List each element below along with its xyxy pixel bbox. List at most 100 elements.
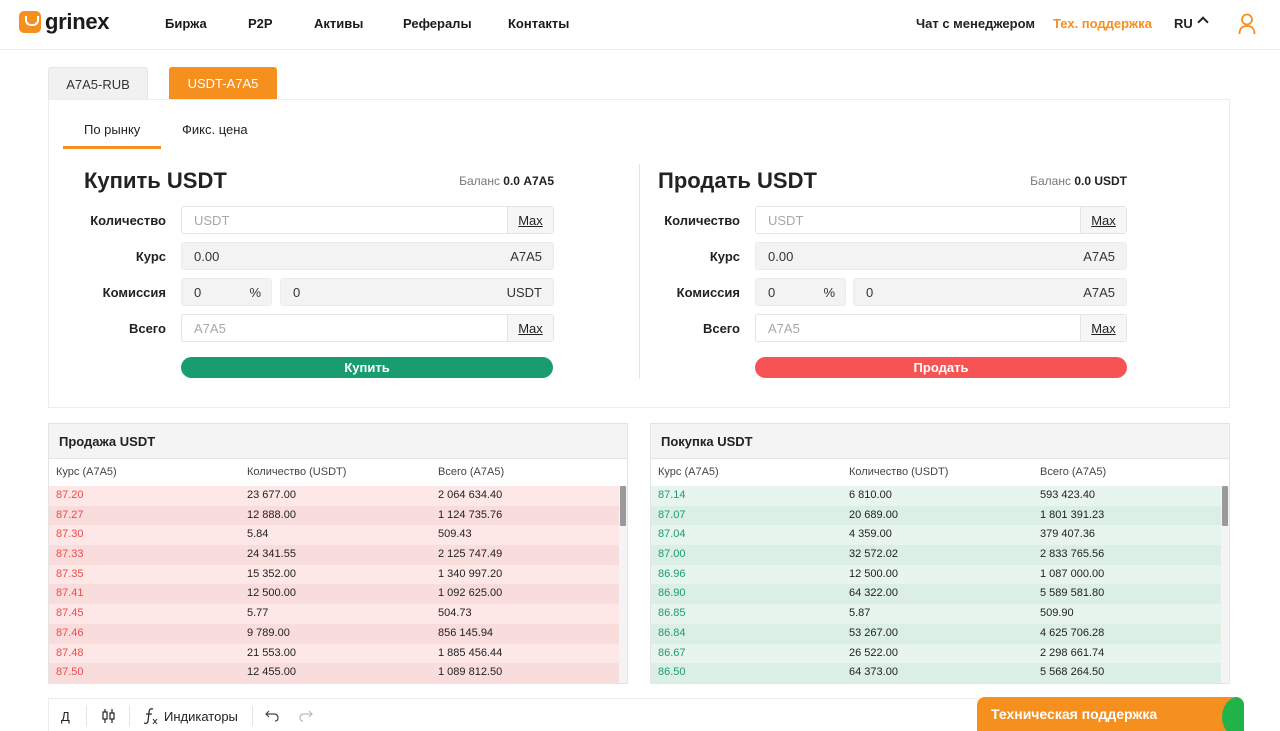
scrollbar-thumb[interactable]: [620, 486, 626, 526]
toolbar-divider: [129, 706, 130, 726]
sell-quantity-input[interactable]: USDT Max: [755, 206, 1127, 234]
pair-tab-a7a5-rub[interactable]: A7A5-RUB: [48, 67, 148, 100]
fee-amount: 0: [866, 284, 874, 300]
order-total: 1 092 625.00: [438, 587, 503, 600]
order-row[interactable]: 87.33 24 341.55 2 125 747.49: [49, 545, 627, 565]
undo-icon[interactable]: [265, 710, 279, 722]
order-total: 1 340 997.20: [438, 567, 503, 580]
order-row[interactable]: 87.27 12 888.00 1 124 735.76: [49, 505, 627, 526]
language-selector[interactable]: RU: [1174, 16, 1193, 31]
order-rate: 87.45: [56, 607, 84, 620]
order-quantity: 15 352.00: [247, 567, 296, 580]
order-total: 2 298 661.74: [1040, 646, 1105, 659]
buy-rate-label: Курс: [135, 249, 166, 264]
chevron-up-icon[interactable]: [1197, 16, 1209, 28]
nav-exchange[interactable]: Биржа: [165, 16, 207, 31]
order-row[interactable]: 86.90 64 322.00 5 589 581.80: [651, 584, 1229, 605]
tech-support-link[interactable]: Тех. поддержка: [1053, 16, 1152, 31]
redo-icon[interactable]: [299, 710, 313, 722]
order-row[interactable]: 87.46 9 789.00 856 145.94: [49, 623, 627, 644]
sell-button[interactable]: Продать: [755, 357, 1127, 378]
order-total: 2 833 765.56: [1040, 548, 1105, 561]
buy-quantity-max-button[interactable]: Max: [507, 207, 553, 233]
order-rate: 87.20: [56, 489, 84, 501]
order-row[interactable]: 86.67 26 522.00 2 298 661.74: [651, 643, 1229, 664]
chat-manager-link[interactable]: Чат с менеджером: [916, 16, 1035, 31]
buy-quantity-input[interactable]: USDT Max: [181, 206, 554, 234]
order-row[interactable]: 87.04 4 359.00 379 407.36: [651, 525, 1229, 546]
buy-book-title: Покупка USDT: [651, 424, 1229, 459]
sell-quantity-max-button[interactable]: Max: [1080, 207, 1126, 233]
sell-book-scrollbar[interactable]: [619, 486, 627, 683]
sell-total-input[interactable]: A7A5 Max: [755, 314, 1127, 342]
order-row[interactable]: 86.84 53 267.00 4 625 706.28: [651, 623, 1229, 644]
order-rate: 87.33: [56, 548, 84, 561]
order-row[interactable]: 87.07 20 689.00 1 801 391.23: [651, 505, 1229, 526]
order-row[interactable]: 87.35 15 352.00 1 340 997.20: [49, 564, 627, 585]
order-row[interactable]: 87.20 23 677.00 2 064 634.40: [49, 486, 627, 506]
column-total: Всего (A7A5): [438, 466, 505, 478]
order-total: 1 801 391.23: [1040, 508, 1105, 521]
order-row[interactable]: 86.96 12 500.00 1 087 000.00: [651, 564, 1229, 585]
nav-p2p[interactable]: P2P: [248, 16, 273, 31]
placeholder: A7A5: [768, 320, 800, 336]
order-row[interactable]: 87.41 12 500.00 1 092 625.00: [49, 584, 627, 605]
nav-referrals[interactable]: Рефералы: [403, 16, 472, 31]
function-icon[interactable]: [143, 707, 159, 725]
tab-fixed-price[interactable]: Фикс. цена: [182, 122, 248, 137]
nav-assets[interactable]: Активы: [314, 16, 363, 31]
support-chat-widget[interactable]: Техническая поддержка: [977, 697, 1244, 731]
balance-label: Баланс: [459, 174, 500, 188]
column-rate: Курс (A7A5): [56, 466, 117, 478]
order-quantity: 24 341.55: [247, 548, 296, 561]
logo[interactable]: grinex: [19, 9, 110, 34]
order-quantity: 26 522.00: [849, 646, 898, 659]
buy-total-max-button[interactable]: Max: [507, 315, 553, 341]
order-row[interactable]: 87.45 5.77 504.73: [49, 604, 627, 624]
sell-title: Продать USDT: [658, 168, 817, 193]
order-row[interactable]: 87.50 12 455.00 1 089 812.50: [49, 663, 627, 683]
column-rate: Курс (A7A5): [658, 466, 719, 478]
order-total: 4 625 706.28: [1040, 626, 1105, 639]
candles-icon[interactable]: [101, 708, 117, 724]
order-rate: 87.27: [56, 508, 84, 521]
order-row[interactable]: 86.85 5.87 509.90: [651, 604, 1229, 624]
tab-market[interactable]: По рынку: [84, 122, 140, 137]
interval-button[interactable]: Д: [61, 709, 70, 724]
buy-total-input[interactable]: A7A5 Max: [181, 314, 554, 342]
fee-amount: 0: [293, 284, 301, 300]
user-icon[interactable]: [1238, 13, 1256, 35]
buy-rate-field: 0.00 A7A5: [181, 242, 554, 270]
buy-title: Купить USDT: [84, 168, 227, 193]
order-rate: 86.67: [658, 646, 686, 659]
sell-total-max-button[interactable]: Max: [1080, 315, 1126, 341]
balance-label: Баланс: [1030, 174, 1071, 188]
order-quantity: 12 888.00: [247, 508, 296, 521]
order-quantity: 53 267.00: [849, 626, 898, 639]
sell-book-rows: 87.20 23 677.00 2 064 634.40 87.27 12 888.00…: [49, 486, 627, 683]
indicators-button[interactable]: Индикаторы: [164, 709, 238, 724]
order-total: 1 089 812.50: [438, 666, 503, 679]
order-quantity: 23 677.00: [247, 489, 296, 501]
buy-order-book: Покупка USDT Курс (A7A5) Количество (USD…: [650, 423, 1230, 684]
buy-book-scrollbar[interactable]: [1221, 486, 1229, 683]
order-rate: 86.85: [658, 607, 686, 620]
order-total: 856 145.94: [438, 626, 494, 639]
logo-text: grinex: [45, 9, 110, 34]
pair-tab-usdt-a7a5[interactable]: USDT-A7A5: [169, 67, 277, 100]
nav-contacts[interactable]: Контакты: [508, 16, 569, 31]
order-row[interactable]: 86.50 64 373.00 5 568 264.50: [651, 663, 1229, 683]
order-row[interactable]: 87.00 32 572.02 2 833 765.56: [651, 545, 1229, 565]
order-quantity: 64 373.00: [849, 666, 898, 679]
order-quantity: 4 359.00: [849, 528, 892, 541]
sell-fee-percent-field: 0 %: [755, 278, 846, 306]
order-row[interactable]: 87.14 6 810.00 593 423.40: [651, 486, 1229, 506]
order-rate: 87.35: [56, 567, 84, 580]
order-row[interactable]: 87.30 5.84 509.43: [49, 525, 627, 546]
buy-button[interactable]: Купить: [181, 357, 553, 378]
order-quantity: 20 689.00: [849, 508, 898, 521]
scrollbar-thumb[interactable]: [1222, 486, 1228, 526]
order-quantity: 5.84: [247, 528, 269, 541]
order-rate: 87.41: [56, 587, 84, 600]
order-row[interactable]: 87.48 21 553.00 1 885 456.44: [49, 643, 627, 664]
